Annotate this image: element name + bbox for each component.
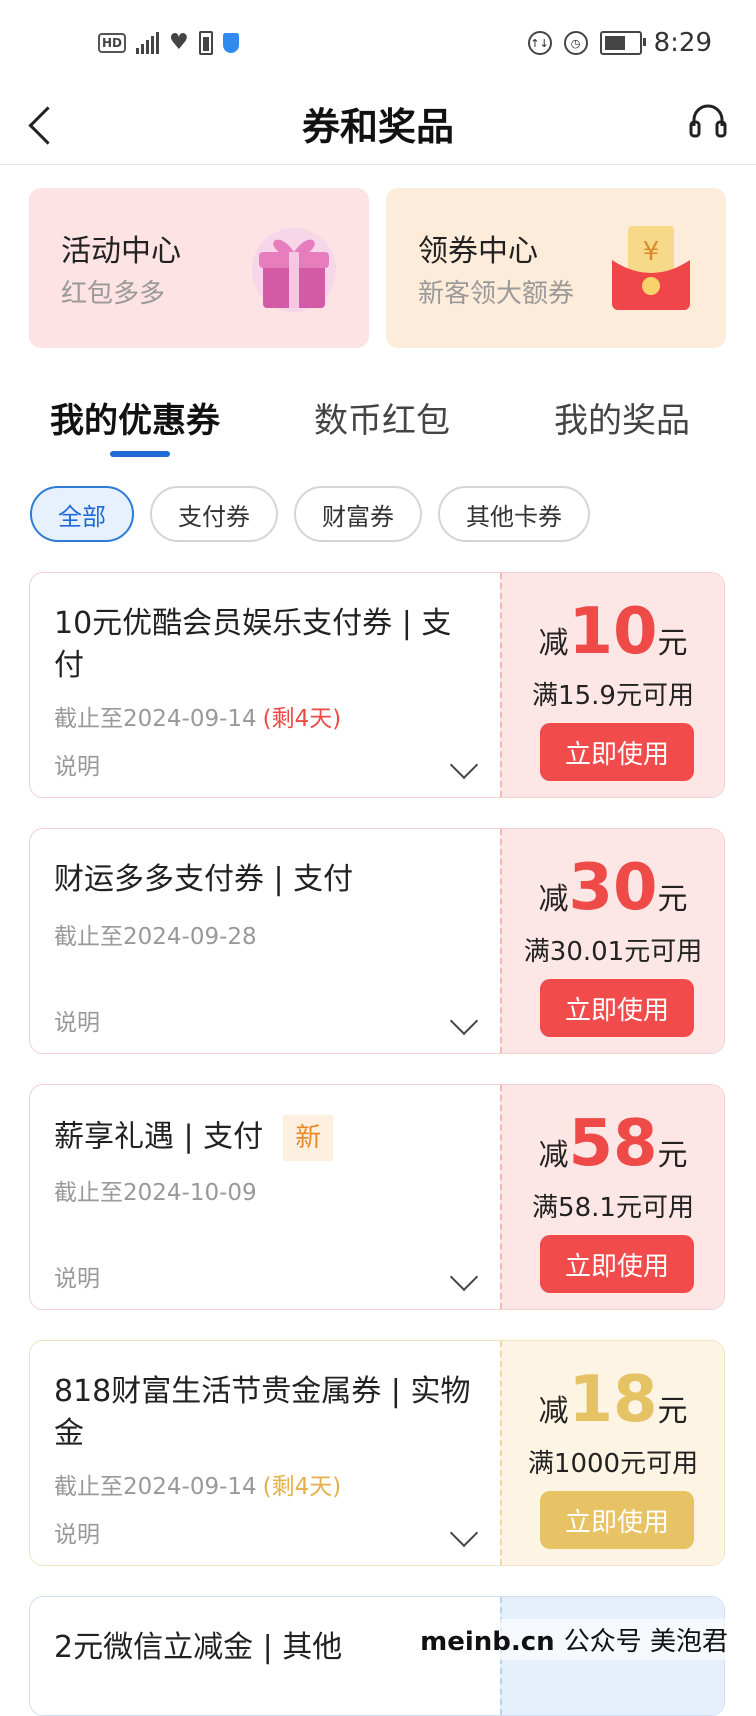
filter-payment[interactable]: 支付券 [150,486,278,542]
coupon-unit: 元 [657,1138,688,1173]
red-envelope-icon: ¥ [606,220,696,316]
coupon-amount: 减10元 [502,597,724,667]
tab-my-prizes[interactable]: 我的奖品 [554,393,690,442]
headset-icon[interactable] [686,100,730,144]
coupon-value: 10 [568,595,658,669]
use-now-button[interactable]: 立即使用 [540,1235,694,1293]
5g-signal-icon [136,31,160,54]
coupon-condition: 满58.1元可用 [532,1193,694,1223]
coupon-card: 财运多多支付券 | 支付 截止至2024-09-28 说明 减30元 满30.0… [29,828,725,1054]
watermark-site: meinb.cn [420,1627,555,1657]
hd-icon: HD [98,32,127,53]
coupon-title: 10元优酷会员娱乐支付券 | 支付 [54,606,452,683]
coupon-value: 30 [568,851,658,925]
coupon-title-text: 薪享礼遇 | 支付 [54,1119,264,1155]
coupon-condition: 满15.9元可用 [532,681,694,711]
coupon-amount: 减58元 [502,1109,724,1179]
coupon-info: 薪享礼遇 | 支付新 截止至2024-10-09 说明 [30,1085,500,1309]
coupon-center-card[interactable]: 领券中心 新客领大额券 ¥ [386,188,726,348]
tab-digital-red-packets[interactable]: 数币红包 [314,393,450,442]
coupon-amount: 减30元 [502,853,724,923]
status-bar: HD ♥ ↑↓ ◷ 8:29 [0,0,756,90]
activity-center-subtitle: 红包多多 [61,279,166,309]
coupon-expiry-date: 截止至2024-09-14 [54,1474,257,1500]
activity-center-card[interactable]: 活动中心 红包多多 [29,188,369,348]
coupon-expiry-date: 截止至2024-10-09 [54,1180,257,1206]
shield-icon [222,32,239,53]
status-time: 8:29 [653,28,712,58]
coupon-card: 10元优酷会员娱乐支付券 | 支付 截止至2024-09-14 (剩4天) 说明 … [29,572,725,798]
coupon-remaining-days: (剩4天) [262,706,342,732]
filter-chips: 全部 支付券 财富券 其他卡券 [30,486,590,542]
activity-center-title: 活动中心 [61,234,181,269]
coupon-expiry-date: 截止至2024-09-28 [54,924,257,950]
coupon-card: 818财富生活节贵金属券 | 实物金 截止至2024-09-14 (剩4天) 说明… [29,1340,725,1566]
coupon-note[interactable]: 说明 [54,1259,100,1293]
battery-icon [599,31,646,55]
watermark-text: 公众号 美泡君 [563,1627,728,1657]
coupon-value: 18 [568,1363,658,1437]
coupon-value-panel: 减30元 满30.01元可用 立即使用 [500,829,724,1053]
coupon-prefix: 减 [538,626,569,661]
status-left-icons: HD ♥ [98,30,239,55]
health-icon: ♥ [169,30,189,55]
use-now-button[interactable]: 立即使用 [540,1491,694,1549]
alarm-icon: ◷ [563,31,588,55]
coupon-value: 58 [568,1107,658,1181]
coupon-center-subtitle: 新客领大额券 [418,279,575,309]
coupon-remaining-days: (剩4天) [262,1474,342,1500]
gift-box-icon [249,220,339,316]
filter-wealth[interactable]: 财富券 [294,486,422,542]
nav-bar: 券和奖品 [0,90,756,165]
coupon-expiry: 截止至2024-10-09 [54,1173,257,1207]
use-now-button[interactable]: 立即使用 [540,979,694,1037]
coupon-unit: 元 [657,882,688,917]
coupon-note[interactable]: 说明 [54,1515,100,1549]
chevron-down-icon[interactable] [449,750,479,780]
coupon-expiry: 截止至2024-09-28 [54,917,257,951]
tab-bar: 我的优惠券 数币红包 我的奖品 [0,393,756,459]
coupon-title: 818财富生活节贵金属券 | 实物金 [54,1374,471,1451]
filter-other-cards[interactable]: 其他卡券 [438,486,590,542]
coupon-value-panel: 减18元 满1000元可用 立即使用 [500,1341,724,1565]
coupon-note[interactable]: 说明 [54,1003,100,1037]
new-badge: 新 [283,1115,334,1161]
coupon-expiry: 截止至2024-09-14 (剩4天) [54,1467,341,1501]
coupon-expiry-date: 截止至2024-09-14 [54,706,257,732]
battery-small-icon [198,30,213,55]
coupon-prefix: 减 [538,1138,569,1173]
coupon-value-panel: 减58元 满58.1元可用 立即使用 [500,1085,724,1309]
coupon-info: 818财富生活节贵金属券 | 实物金 截止至2024-09-14 (剩4天) 说明 [30,1341,500,1565]
coupon-prefix: 减 [538,882,569,917]
coupon-title: 薪享礼遇 | 支付新 [54,1115,474,1161]
coupon-info: 财运多多支付券 | 支付 截止至2024-09-28 说明 [30,829,500,1053]
coupon-condition: 满30.01元可用 [523,937,703,967]
coupon-amount: 减18元 [502,1365,724,1435]
chevron-down-icon[interactable] [449,1262,479,1292]
coupon-center-title: 领券中心 [418,234,538,269]
filter-all[interactable]: 全部 [30,486,134,542]
page-title: 券和奖品 [301,105,454,149]
coupon-prefix: 减 [538,1394,569,1429]
svg-text:¥: ¥ [643,237,660,267]
coupon-condition: 满1000元可用 [527,1449,699,1479]
use-now-button[interactable]: 立即使用 [540,723,694,781]
watermark: meinb.cn 公众号 美泡君 [414,1619,734,1660]
coupon-info: 10元优酷会员娱乐支付券 | 支付 截止至2024-09-14 (剩4天) 说明 [30,573,500,797]
coupon-expiry: 截止至2024-09-14 (剩4天) [54,699,341,733]
status-right-icons: ↑↓ ◷ 8:29 [527,28,712,58]
coupon-title: 财运多多支付券 | 支付 [54,862,354,897]
data-saver-icon: ↑↓ [527,31,552,55]
coupon-unit: 元 [657,626,688,661]
coupon-note[interactable]: 说明 [54,747,100,781]
coupon-value-panel: 减10元 满15.9元可用 立即使用 [500,573,724,797]
chevron-down-icon[interactable] [449,1006,479,1036]
coupon-title: 2元微信立减金 | 其他 [54,1630,343,1665]
chevron-down-icon[interactable] [449,1518,479,1548]
tab-my-coupons[interactable]: 我的优惠券 [50,393,220,442]
active-tab-indicator [110,451,170,457]
coupon-card: 薪享礼遇 | 支付新 截止至2024-10-09 说明 减58元 满58.1元可… [29,1084,725,1310]
coupon-unit: 元 [657,1394,688,1429]
